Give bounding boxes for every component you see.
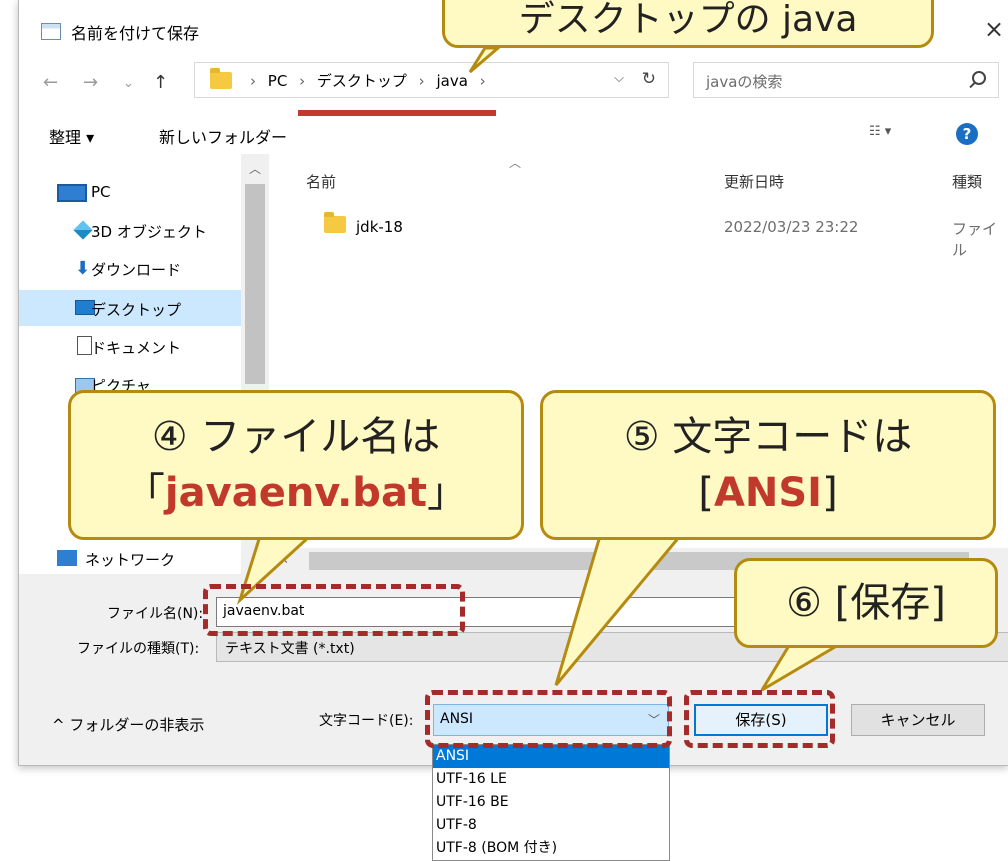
- callout-step4: ④ ファイル名は 「javaenv.bat」: [68, 390, 524, 540]
- callout-filename: javaenv.bat: [164, 470, 428, 516]
- highlight-encoding: [425, 690, 672, 748]
- callout-tail-step5: [554, 534, 684, 686]
- highlight-save: [684, 690, 835, 748]
- breadcrumb-underline: [298, 110, 496, 116]
- callout-encoding: ANSI: [713, 470, 823, 516]
- callout-step5-line2: [ANSI]: [543, 465, 993, 521]
- callout-tail-step6: [760, 642, 846, 692]
- callout-step5: ⑤ 文字コードは [ANSI]: [540, 390, 996, 540]
- callout-step5-line1: ⑤ 文字コードは: [623, 414, 913, 460]
- callout-step4-line2: 「javaenv.bat」: [71, 465, 521, 521]
- callout-step4-line1: ④ ファイル名は: [151, 414, 441, 460]
- callout-bracket-close: 」: [427, 470, 468, 516]
- highlight-filename: [203, 584, 465, 636]
- callout-bracket-open: 「: [124, 470, 165, 516]
- callout-desktop-java: デスクトップの java: [442, 0, 934, 48]
- callout-bracket-close: ]: [822, 470, 838, 516]
- callout-step6: ⑥ [保存]: [734, 558, 998, 648]
- callout-tail-top: [468, 46, 503, 74]
- callout-bracket-open: [: [698, 470, 714, 516]
